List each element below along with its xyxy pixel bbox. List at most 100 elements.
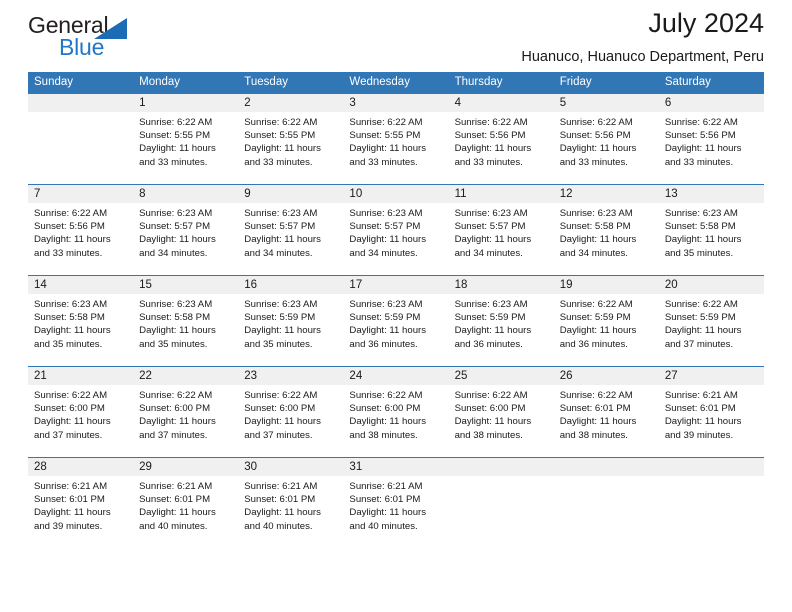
daylight-text: Daylight: 11 hours and 38 minutes. xyxy=(559,416,637,441)
day-number[interactable]: 30 xyxy=(238,458,343,476)
sunrise-text: Sunrise: 6:22 AM xyxy=(139,117,213,128)
sunset-text: Sunset: 6:01 PM xyxy=(349,494,421,506)
sunset-text: Sunset: 5:55 PM xyxy=(139,130,211,142)
day-cell[interactable]: Sunrise: 6:23 AM Sunset: 5:57 PM Dayligh… xyxy=(343,203,448,275)
day-cell[interactable]: Sunrise: 6:21 AM Sunset: 6:01 PM Dayligh… xyxy=(659,385,764,457)
day-number[interactable]: 10 xyxy=(343,185,448,203)
day-number[interactable]: 14 xyxy=(28,276,133,294)
day-number[interactable]: 13 xyxy=(659,185,764,203)
day-cell[interactable]: Sunrise: 6:22 AM Sunset: 5:55 PM Dayligh… xyxy=(238,112,343,184)
day-cell[interactable]: Sunrise: 6:23 AM Sunset: 5:57 PM Dayligh… xyxy=(133,203,238,275)
calendar-page: General Blue July 2024 Huanuco, Huanuco … xyxy=(0,0,792,612)
sunset-text: Sunset: 6:01 PM xyxy=(559,403,631,415)
day-number[interactable]: 18 xyxy=(449,276,554,294)
sunset-text: Sunset: 5:58 PM xyxy=(34,312,105,324)
day-number[interactable]: 15 xyxy=(133,276,238,294)
day-number[interactable]: 9 xyxy=(238,185,343,203)
day-cell[interactable]: Sunrise: 6:22 AM Sunset: 5:56 PM Dayligh… xyxy=(554,112,659,184)
day-cell[interactable]: Sunrise: 6:23 AM Sunset: 5:58 PM Dayligh… xyxy=(28,294,133,366)
sunrise-text: Sunrise: 6:22 AM xyxy=(454,117,528,128)
sunset-text: Sunset: 5:55 PM xyxy=(349,130,421,142)
weekday-header-monday: Monday xyxy=(139,76,181,88)
sunrise-text: Sunrise: 6:23 AM xyxy=(559,208,633,219)
day-number[interactable] xyxy=(28,94,133,112)
day-number[interactable] xyxy=(659,458,764,476)
sunrise-text: Sunrise: 6:21 AM xyxy=(139,481,213,492)
day-cell[interactable]: Sunrise: 6:22 AM Sunset: 6:00 PM Dayligh… xyxy=(28,385,133,457)
day-number[interactable]: 3 xyxy=(343,94,448,112)
day-cell[interactable]: Sunrise: 6:21 AM Sunset: 6:01 PM Dayligh… xyxy=(28,476,133,548)
sunrise-text: Sunrise: 6:21 AM xyxy=(664,390,738,401)
day-number[interactable]: 2 xyxy=(238,94,343,112)
day-number[interactable] xyxy=(449,458,554,476)
day-number[interactable]: 6 xyxy=(659,94,764,112)
weekday-header-tuesday: Tuesday xyxy=(244,76,288,88)
day-number[interactable]: 16 xyxy=(238,276,343,294)
day-cell[interactable]: Sunrise: 6:23 AM Sunset: 5:58 PM Dayligh… xyxy=(133,294,238,366)
day-cell[interactable]: Sunrise: 6:22 AM Sunset: 6:01 PM Dayligh… xyxy=(554,385,659,457)
day-cell[interactable]: Sunrise: 6:23 AM Sunset: 5:59 PM Dayligh… xyxy=(449,294,554,366)
general-blue-logo[interactable]: General Blue xyxy=(28,14,168,66)
daylight-text: Daylight: 11 hours and 37 minutes. xyxy=(139,416,216,441)
calendar-grid: Sunday Monday Tuesday Wednesday Thursday… xyxy=(28,72,764,548)
day-cell[interactable]: Sunrise: 6:21 AM Sunset: 6:01 PM Dayligh… xyxy=(343,476,448,548)
weekday-header-thursday: Thursday xyxy=(454,76,503,88)
day-number[interactable] xyxy=(554,458,659,476)
day-cell[interactable] xyxy=(554,476,659,548)
day-number[interactable]: 25 xyxy=(449,367,554,385)
day-number[interactable]: 7 xyxy=(28,185,133,203)
page-header: General Blue July 2024 Huanuco, Huanuco … xyxy=(28,0,764,72)
day-cell[interactable]: Sunrise: 6:22 AM Sunset: 5:56 PM Dayligh… xyxy=(449,112,554,184)
sunrise-text: Sunrise: 6:22 AM xyxy=(34,390,108,401)
day-cell[interactable]: Sunrise: 6:23 AM Sunset: 5:57 PM Dayligh… xyxy=(238,203,343,275)
day-number[interactable]: 29 xyxy=(133,458,238,476)
day-cell[interactable]: Sunrise: 6:22 AM Sunset: 6:00 PM Dayligh… xyxy=(449,385,554,457)
day-number[interactable]: 19 xyxy=(554,276,659,294)
day-number[interactable]: 26 xyxy=(554,367,659,385)
daylight-text: Daylight: 11 hours and 33 minutes. xyxy=(664,143,742,168)
day-cell[interactable]: Sunrise: 6:22 AM Sunset: 6:00 PM Dayligh… xyxy=(238,385,343,457)
day-cell[interactable] xyxy=(659,476,764,548)
day-number[interactable]: 17 xyxy=(343,276,448,294)
day-number[interactable]: 20 xyxy=(659,276,764,294)
day-cell[interactable]: Sunrise: 6:22 AM Sunset: 5:55 PM Dayligh… xyxy=(133,112,238,184)
sunrise-text: Sunrise: 6:22 AM xyxy=(349,390,423,401)
daylight-text: Daylight: 11 hours and 40 minutes. xyxy=(244,507,321,532)
day-cell[interactable]: Sunrise: 6:21 AM Sunset: 6:01 PM Dayligh… xyxy=(238,476,343,548)
day-cell[interactable]: Sunrise: 6:22 AM Sunset: 5:55 PM Dayligh… xyxy=(343,112,448,184)
day-number[interactable]: 27 xyxy=(659,367,764,385)
day-cell[interactable]: Sunrise: 6:21 AM Sunset: 6:01 PM Dayligh… xyxy=(133,476,238,548)
day-number[interactable]: 21 xyxy=(28,367,133,385)
day-number[interactable]: 8 xyxy=(133,185,238,203)
sunset-text: Sunset: 6:01 PM xyxy=(139,494,211,506)
day-cell[interactable]: Sunrise: 6:23 AM Sunset: 5:59 PM Dayligh… xyxy=(238,294,343,366)
day-detail-band: Sunrise: 6:22 AM Sunset: 5:55 PM Dayligh… xyxy=(28,112,764,184)
day-number[interactable]: 5 xyxy=(554,94,659,112)
day-cell[interactable] xyxy=(28,112,133,184)
day-cell[interactable]: Sunrise: 6:22 AM Sunset: 5:56 PM Dayligh… xyxy=(28,203,133,275)
day-cell[interactable]: Sunrise: 6:22 AM Sunset: 5:59 PM Dayligh… xyxy=(659,294,764,366)
day-cell[interactable]: Sunrise: 6:22 AM Sunset: 6:00 PM Dayligh… xyxy=(133,385,238,457)
logo-text-blue: Blue xyxy=(59,34,105,60)
day-cell[interactable]: Sunrise: 6:22 AM Sunset: 6:00 PM Dayligh… xyxy=(343,385,448,457)
day-number[interactable]: 23 xyxy=(238,367,343,385)
sunrise-text: Sunrise: 6:23 AM xyxy=(454,208,528,219)
sunrise-text: Sunrise: 6:22 AM xyxy=(559,299,633,310)
day-cell[interactable]: Sunrise: 6:23 AM Sunset: 5:57 PM Dayligh… xyxy=(449,203,554,275)
weekday-header-row: Sunday Monday Tuesday Wednesday Thursday… xyxy=(28,72,764,93)
daylight-text: Daylight: 11 hours and 37 minutes. xyxy=(244,416,321,441)
day-cell[interactable]: Sunrise: 6:23 AM Sunset: 5:58 PM Dayligh… xyxy=(659,203,764,275)
day-cell[interactable]: Sunrise: 6:22 AM Sunset: 5:56 PM Dayligh… xyxy=(659,112,764,184)
day-number[interactable]: 4 xyxy=(449,94,554,112)
day-cell[interactable] xyxy=(449,476,554,548)
day-number[interactable]: 24 xyxy=(343,367,448,385)
day-number[interactable]: 31 xyxy=(343,458,448,476)
day-cell[interactable]: Sunrise: 6:23 AM Sunset: 5:58 PM Dayligh… xyxy=(554,203,659,275)
day-number[interactable]: 22 xyxy=(133,367,238,385)
day-number[interactable]: 11 xyxy=(449,185,554,203)
day-cell[interactable]: Sunrise: 6:22 AM Sunset: 5:59 PM Dayligh… xyxy=(554,294,659,366)
day-number[interactable]: 28 xyxy=(28,458,133,476)
day-cell[interactable]: Sunrise: 6:23 AM Sunset: 5:59 PM Dayligh… xyxy=(343,294,448,366)
day-number[interactable]: 12 xyxy=(554,185,659,203)
day-number[interactable]: 1 xyxy=(133,94,238,112)
